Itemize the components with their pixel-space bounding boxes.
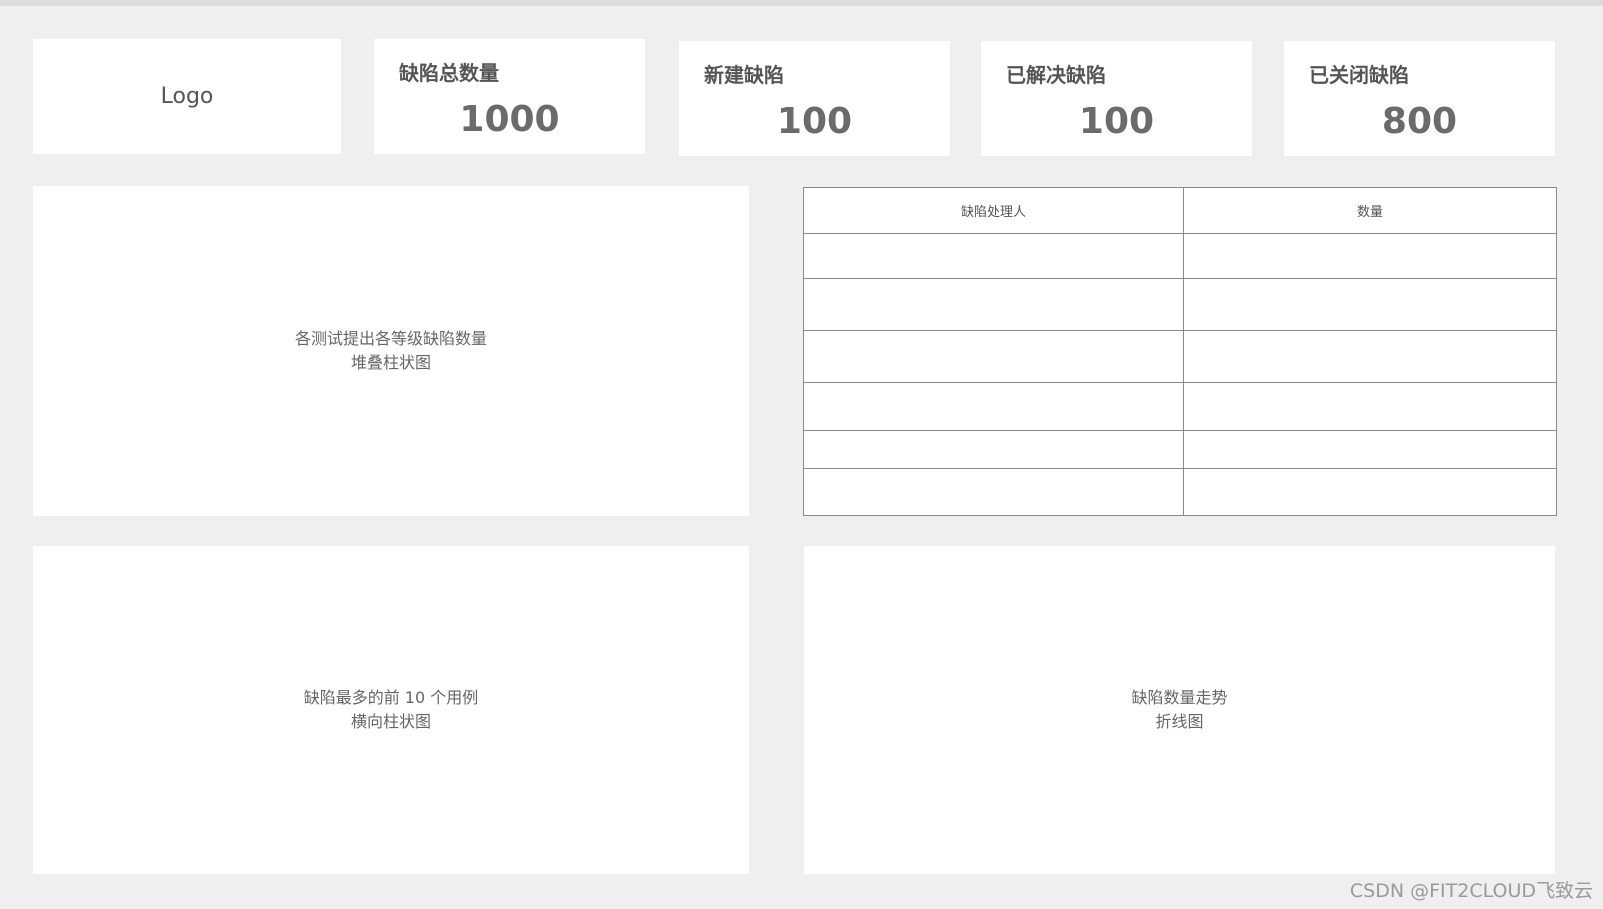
placeholder-subtitle: 折线图: [1155, 712, 1204, 731]
table-cell: [1183, 233, 1557, 279]
table-row: [803, 330, 1557, 383]
table-row: [803, 233, 1557, 279]
stat-card-closed-defects: 已关闭缺陷 800: [1284, 41, 1555, 156]
stat-card-total-defects: 缺陷总数量 1000: [374, 39, 645, 154]
table-cell: [803, 330, 1184, 383]
stat-value: 800: [1381, 101, 1458, 142]
table-header-row: 缺陷处理人 数量: [803, 187, 1557, 234]
table-cell: [1183, 278, 1557, 331]
horizontal-bar-chart-placeholder: 缺陷最多的前 10 个用例 横向柱状图: [33, 546, 749, 874]
stat-value: 1000: [459, 99, 560, 140]
stat-value: 100: [1078, 101, 1155, 142]
table-cell: [803, 278, 1184, 331]
placeholder-subtitle: 堆叠柱状图: [350, 353, 431, 372]
table-cell: [1183, 382, 1557, 431]
stat-label: 已关闭缺陷: [1309, 63, 1409, 87]
defect-handler-table: 缺陷处理人 数量: [803, 187, 1557, 516]
placeholder-subtitle: 横向柱状图: [350, 712, 431, 731]
stat-label: 已解决缺陷: [1006, 63, 1106, 87]
table-row: [803, 468, 1557, 516]
placeholder-title: 缺陷数量走势: [1131, 688, 1228, 707]
placeholder-title: 各测试提出各等级缺陷数量: [294, 329, 487, 348]
watermark: CSDN @FIT2CLOUD飞致云: [1349, 880, 1593, 902]
table-cell: [1183, 430, 1557, 469]
table-row: [803, 430, 1557, 469]
line-chart-placeholder: 缺陷数量走势 折线图: [804, 546, 1555, 874]
column-header-count: 数量: [1183, 187, 1557, 234]
table-cell: [803, 468, 1184, 516]
logo-panel: Logo: [33, 39, 341, 154]
logo: Logo: [160, 84, 214, 109]
stacked-bar-chart-placeholder: 各测试提出各等级缺陷数量 堆叠柱状图: [33, 186, 749, 516]
stat-card-resolved-defects: 已解决缺陷 100: [981, 41, 1252, 156]
table-cell: [1183, 330, 1557, 383]
table-cell: [1183, 468, 1557, 516]
table-cell: [803, 382, 1184, 431]
placeholder-title: 缺陷最多的前 10 个用例: [303, 688, 479, 707]
stat-label: 新建缺陷: [704, 63, 784, 87]
table-row: [803, 278, 1557, 331]
table-row: [803, 382, 1557, 431]
top-strip: [0, 0, 1603, 6]
stat-value: 100: [776, 101, 853, 142]
stat-label: 缺陷总数量: [399, 61, 499, 85]
column-header-handler: 缺陷处理人: [803, 187, 1184, 234]
stat-card-new-defects: 新建缺陷 100: [679, 41, 950, 156]
table-cell: [803, 430, 1184, 469]
table-cell: [803, 233, 1184, 279]
